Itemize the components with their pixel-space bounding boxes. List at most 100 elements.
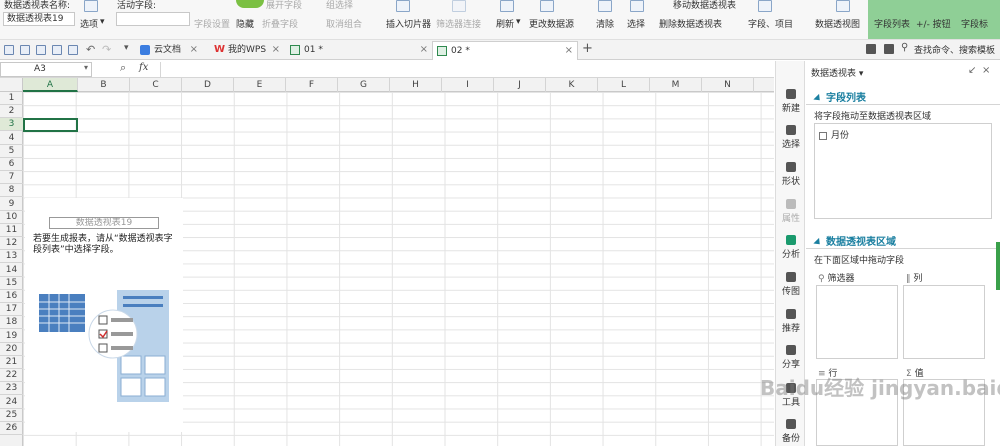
row-header[interactable]: 3 — [0, 118, 23, 132]
row-header[interactable]: 22 — [0, 369, 23, 383]
field-checkbox[interactable] — [819, 131, 827, 140]
command-search-input[interactable]: 查找命令、搜索模板 — [914, 43, 995, 56]
row-header[interactable]: 20 — [0, 343, 23, 356]
new-tab-plus-icon[interactable]: + — [582, 41, 593, 56]
select-all-corner[interactable] — [0, 78, 23, 92]
close-icon[interactable]: × — [190, 41, 198, 59]
ungroup-button[interactable]: 取消组合 — [326, 17, 362, 30]
row-header[interactable]: 24 — [0, 396, 23, 409]
sidebar-item-backup[interactable]: 备份 — [776, 419, 806, 444]
options-button[interactable]: 选项 — [80, 17, 98, 30]
tab-my-wps[interactable]: W 我的WPS × — [210, 41, 284, 60]
toggle-icon[interactable] — [236, 0, 264, 8]
row-header[interactable]: 15 — [0, 277, 23, 290]
export-icon[interactable] — [36, 45, 46, 55]
close-icon[interactable]: × — [272, 41, 280, 59]
spreadsheet-grid[interactable]: ABCDEFGHIJKLMN 1 2 3 4 5 6 7 8 9 10 11 12 13 14 15 16 17… — [0, 78, 774, 446]
column-header[interactable]: B — [78, 78, 130, 92]
fx-icon[interactable]: fx — [139, 62, 148, 73]
collapse-field-button[interactable]: 折叠字段 — [262, 17, 298, 30]
column-header[interactable]: M — [650, 78, 702, 92]
field-headers-button[interactable]: 字段标 — [961, 17, 988, 30]
skin-icon[interactable] — [884, 44, 894, 54]
column-header[interactable]: E — [234, 78, 286, 92]
insert-slicer-button[interactable]: 插入切片器 — [386, 17, 431, 30]
row-header[interactable]: 12 — [0, 237, 23, 251]
column-header[interactable]: H — [390, 78, 442, 92]
sidebar-item-new[interactable]: 新建 — [776, 89, 806, 114]
name-box-dropdown-icon[interactable]: ▾ — [84, 63, 88, 72]
chevron-down-icon[interactable]: ▾ — [124, 43, 129, 53]
pivot-areas-title[interactable]: 数据透视表区域 — [814, 233, 896, 248]
fields-items-button[interactable]: 字段、项目 — [748, 17, 793, 30]
zoom-icon[interactable]: ⌕ — [120, 61, 126, 75]
row-header[interactable]: 26 — [0, 422, 23, 435]
column-header[interactable]: C — [130, 78, 182, 92]
pivot-chart-button[interactable]: 数据透视图 — [815, 17, 860, 30]
column-header[interactable]: J — [494, 78, 546, 92]
close-icon[interactable]: × — [982, 65, 990, 76]
formula-input[interactable] — [160, 62, 772, 77]
column-drop-area[interactable] — [903, 285, 985, 359]
column-header[interactable]: I — [442, 78, 494, 92]
row-header[interactable]: 13 — [0, 250, 23, 264]
close-icon[interactable]: × — [420, 41, 428, 59]
row-header[interactable]: 21 — [0, 356, 23, 369]
preview-icon[interactable] — [68, 45, 78, 55]
pivot-name-input[interactable]: 数据透视表19 — [3, 12, 75, 26]
panel-header[interactable]: 数据透视表 ▾ — [811, 66, 863, 79]
group-selection-button[interactable]: 组选择 — [326, 0, 353, 11]
sidebar-item-share[interactable]: 分享 — [776, 345, 806, 370]
column-header[interactable]: A — [23, 78, 78, 92]
select-button[interactable]: 选择 — [627, 17, 645, 30]
print-icon[interactable] — [52, 45, 62, 55]
row-header[interactable]: 25 — [0, 409, 23, 422]
expand-field-button[interactable]: 展开字段 — [266, 0, 302, 11]
row-header[interactable]: 2 — [0, 105, 23, 119]
sidebar-item-recommend[interactable]: 推荐 — [776, 309, 806, 334]
row-header[interactable]: 4 — [0, 132, 23, 145]
column-header[interactable]: G — [338, 78, 390, 92]
field-list-button[interactable]: 字段列表 — [874, 17, 910, 30]
row-header[interactable]: 10 — [0, 211, 23, 224]
tab-02[interactable]: 02 * × — [432, 41, 578, 60]
row-header[interactable]: 7 — [0, 171, 23, 185]
row-header[interactable]: 9 — [0, 198, 23, 211]
sidebar-item-send-image[interactable]: 传图 — [776, 272, 806, 297]
refresh-button[interactable]: 刷新 — [496, 17, 514, 30]
save-icon[interactable] — [20, 45, 30, 55]
layout-icon[interactable] — [866, 44, 876, 54]
sidebar-item-select[interactable]: 选择 — [776, 125, 806, 150]
clear-button[interactable]: 清除 — [596, 17, 614, 30]
field-item-month[interactable]: 月份 — [819, 128, 849, 141]
column-header[interactable]: F — [286, 78, 338, 92]
plus-minus-buttons-button[interactable]: +/- 按钮 — [916, 17, 951, 30]
options-dropdown-icon[interactable]: ▾ — [100, 17, 105, 27]
field-list-title[interactable]: 字段列表 — [814, 89, 866, 104]
redo-icon[interactable]: ↷ — [102, 43, 111, 56]
row-header[interactable]: 6 — [0, 158, 23, 171]
filter-drop-area[interactable] — [816, 285, 898, 359]
close-icon[interactable]: × — [565, 42, 573, 60]
delete-pivot-button[interactable]: 删除数据透视表 — [659, 17, 722, 30]
row-header[interactable]: 16 — [0, 290, 23, 303]
change-source-button[interactable]: 更改数据源 — [529, 17, 574, 30]
sidebar-item-properties[interactable]: 属性 — [776, 199, 806, 224]
pivot-table-placeholder[interactable]: 数据透视表19 若要生成报表，请从“数据透视表字段列表”中选择字段。 — [25, 198, 183, 432]
collapse-icon[interactable]: ↙ — [968, 65, 976, 76]
panel-scroll-handle[interactable] — [996, 242, 1000, 290]
tab-01[interactable]: 01 * × — [286, 41, 432, 60]
field-settings-button[interactable]: 字段设置 — [194, 17, 230, 30]
row-header[interactable]: 17 — [0, 303, 23, 317]
new-file-icon[interactable] — [4, 45, 14, 55]
tab-cloud-docs[interactable]: 云文档 × — [136, 41, 202, 60]
row-header[interactable]: 1 — [0, 92, 23, 105]
filter-connections-button[interactable]: 筛选器连接 — [436, 17, 481, 30]
column-header[interactable]: D — [182, 78, 234, 92]
row-header[interactable]: 14 — [0, 264, 23, 277]
column-header[interactable]: K — [546, 78, 598, 92]
sidebar-item-shape[interactable]: 形状 — [776, 162, 806, 187]
refresh-dropdown-icon[interactable]: ▾ — [516, 17, 521, 27]
active-cell-a3[interactable] — [23, 118, 78, 132]
column-header[interactable]: L — [598, 78, 650, 92]
